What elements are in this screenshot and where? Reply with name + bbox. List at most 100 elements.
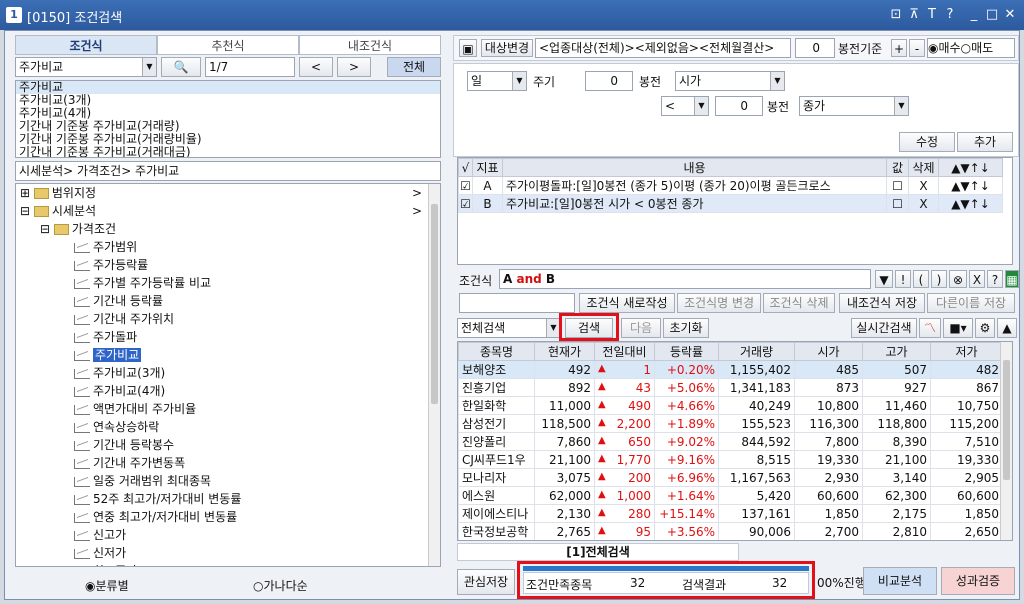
tree-leaf-item[interactable]: 주가등락률: [74, 256, 241, 274]
expression-field[interactable]: A and B: [499, 269, 871, 289]
scroll-thumb[interactable]: [1003, 360, 1010, 480]
expr-xor-button[interactable]: ⊗: [949, 270, 967, 288]
expr-open-paren-button[interactable]: (: [913, 270, 929, 288]
tree-leaf-item[interactable]: 기간내 주가변동폭: [74, 454, 241, 472]
price2-select[interactable]: 종가 ▼: [799, 96, 909, 116]
prev-button[interactable]: <: [299, 57, 333, 77]
radio-category[interactable]: ◉분류별: [85, 577, 129, 594]
table-row[interactable]: ☑ A 주가이평돌파:[일]0봉전 (종가 5)이평 (종가 20)이평 골든크…: [458, 176, 1003, 195]
next-button[interactable]: >: [337, 57, 371, 77]
search-type-select[interactable]: 전체검색 ▼: [457, 318, 561, 338]
target-icon[interactable]: ▣: [459, 39, 477, 57]
table-row[interactable]: ☑ B 주가비교:[일]0봉전 시가 < 0봉전 종가 ☐ X ▲▼↑↓: [458, 194, 1003, 213]
edit-button[interactable]: 수정: [899, 132, 955, 152]
close-icon[interactable]: ✕: [1002, 7, 1018, 22]
minus-button[interactable]: -: [909, 39, 925, 57]
table-row[interactable]: 삼성전기 118,500 ▲ 2,200 +1.89% 155,523 116,300 118…: [458, 414, 1003, 433]
value-checkbox[interactable]: ☐: [886, 194, 909, 213]
row-checkbox[interactable]: ☑: [458, 194, 473, 213]
grid-header[interactable]: 거래량: [718, 342, 795, 361]
price1-select[interactable]: 시가 ▼: [675, 71, 785, 91]
bong2-input[interactable]: 0: [715, 96, 763, 116]
tree-leaf-item[interactable]: 주가비교: [74, 346, 241, 364]
grid-header[interactable]: 등락률: [654, 342, 719, 361]
tree-leaf-item[interactable]: 신저가: [74, 544, 241, 562]
table-row[interactable]: 제이에스티나 2,130 ▲ 280 +15.14% 137,161 1,850 2,175 1…: [458, 504, 1003, 523]
condition-name-input[interactable]: [459, 293, 575, 313]
add-button[interactable]: 추가: [957, 132, 1013, 152]
grid-header[interactable]: 저가: [930, 342, 1003, 361]
tab-condition[interactable]: 조건식: [15, 35, 157, 55]
grid-header[interactable]: 고가: [862, 342, 931, 361]
tree-item-price-condition[interactable]: ⊟ 가격조건: [40, 220, 116, 238]
font-icon[interactable]: T: [924, 7, 940, 22]
search-button[interactable]: 🔍: [161, 57, 201, 77]
search-run-button[interactable]: 검색: [565, 318, 613, 338]
delete-condition-button[interactable]: 조건식 삭제: [763, 293, 835, 313]
expr-clear-button[interactable]: X: [969, 270, 985, 288]
tree-leaf-item[interactable]: 일중 거래범위 최대종목: [74, 472, 241, 490]
period-select[interactable]: 일 ▼: [467, 71, 527, 91]
new-condition-button[interactable]: 조건식 새로작성: [579, 293, 675, 313]
list-item[interactable]: 기간내 기준봉 주가비교(거래대금): [16, 146, 440, 158]
scroll-thumb[interactable]: [431, 204, 438, 404]
tree-leaf-item[interactable]: 최고종가: [74, 562, 241, 566]
excel-icon[interactable]: ▦: [1005, 270, 1019, 288]
table-row[interactable]: 모나리자 3,075 ▲ 200 +6.96% 1,167,563 2,930 3,140 2,…: [458, 468, 1003, 487]
interest-save-button[interactable]: 관심저장: [457, 569, 515, 595]
realtime-search-button[interactable]: 실시간검색: [851, 318, 917, 338]
screen-link-icon[interactable]: ⊡: [888, 7, 904, 22]
tab-recommend[interactable]: 추천식: [157, 35, 299, 55]
tree-leaf-item[interactable]: 주가비교(4개): [74, 382, 241, 400]
table-row[interactable]: 에스원 62,000 ▲ 1,000 +1.64% 5,420 60,600 62,300 60…: [458, 486, 1003, 505]
tree-leaf-item[interactable]: 신고가: [74, 526, 241, 544]
base-bong-input[interactable]: 0: [795, 38, 835, 58]
next-page-button[interactable]: 다음: [621, 318, 661, 338]
expr-close-paren-button[interactable]: ): [931, 270, 947, 288]
table-row[interactable]: CJ씨푸드1우 21,100 ▲ 1,770 +9.16% 8,515 19,330 21,1…: [458, 450, 1003, 469]
tab-all-search[interactable]: [1]전체검색: [457, 543, 739, 561]
tree-leaf-item[interactable]: 주가별 주가등락률 비교: [74, 274, 241, 292]
expr-not-button[interactable]: !: [895, 270, 911, 288]
grid-header[interactable]: 현재가: [534, 342, 595, 361]
tree-leaf-item[interactable]: 52주 최고가/저가대비 변동률: [74, 490, 241, 508]
tree-item-range[interactable]: ⊞ 범위지정 >: [20, 184, 424, 202]
rename-condition-button[interactable]: 조건식명 변경: [677, 293, 761, 313]
tree-leaf-item[interactable]: 연속상승하락: [74, 418, 241, 436]
bong1-input[interactable]: 0: [585, 71, 633, 91]
performance-verify-button[interactable]: 성과검증: [941, 567, 1015, 595]
table-row[interactable]: 한일화학 11,000 ▲ 490 +4.66% 40,249 10,800 11,460 10…: [458, 396, 1003, 415]
tree-item-price-analysis[interactable]: ⊟ 시세분석 >: [20, 202, 424, 220]
value-checkbox[interactable]: ☐: [886, 176, 909, 195]
chart-icon[interactable]: 〽: [919, 318, 941, 338]
condition-list[interactable]: 주가비교 주가비교(3개) 주가비교(4개) 기간내 기준봉 주가비교(거래량)…: [15, 80, 441, 158]
table-row[interactable]: 보해양조 492 ▲ 1 +0.20% 1,155,402 485 507 482: [458, 360, 1003, 379]
tree-leaf-item[interactable]: 연중 최고가/저가대비 변동률: [74, 508, 241, 526]
grid-scrollbar[interactable]: [1000, 342, 1012, 540]
tree-scrollbar[interactable]: [428, 184, 440, 566]
tree-leaf-item[interactable]: 액면가대비 주가비율: [74, 400, 241, 418]
compare-analysis-button[interactable]: 비교분석: [863, 567, 937, 595]
plus-button[interactable]: +: [891, 39, 907, 57]
order-controls[interactable]: ▲▼↑↓: [938, 176, 1003, 195]
minimize-icon[interactable]: _: [966, 7, 982, 22]
expr-dropdown-button[interactable]: ▼: [875, 270, 893, 288]
tree-leaf-item[interactable]: 주가돌파: [74, 328, 241, 346]
target-change-button[interactable]: 대상변경: [481, 39, 533, 57]
pin-icon[interactable]: ⊼: [906, 7, 922, 22]
reset-button[interactable]: 초기화: [663, 318, 709, 338]
grid-header[interactable]: 전일대비: [594, 342, 655, 361]
gear-icon[interactable]: ⚙: [975, 318, 995, 338]
row-checkbox[interactable]: ☑: [458, 176, 473, 195]
expr-help-button[interactable]: ?: [987, 270, 1003, 288]
help-icon[interactable]: ?: [942, 7, 958, 22]
menu-dropdown-icon[interactable]: ■▾: [943, 318, 973, 338]
tree-leaf-item[interactable]: 주가범위: [74, 238, 241, 256]
order-controls[interactable]: ▲▼↑↓: [938, 194, 1003, 213]
table-row[interactable]: 진양폴리 7,860 ▲ 650 +9.02% 844,592 7,800 8,390 7,51…: [458, 432, 1003, 451]
category-tree[interactable]: ⊞ 범위지정 > ⊟ 시세분석 > ⊟ 가격조건 주가범위 주가등락률 주가별 주가등락…: [15, 183, 441, 567]
collapse-icon[interactable]: ▲: [997, 318, 1017, 338]
tree-leaf-item[interactable]: 기간내 주가위치: [74, 310, 241, 328]
grid-header[interactable]: 종목명: [458, 342, 535, 361]
tab-my-condition[interactable]: 내조건식: [299, 35, 441, 55]
